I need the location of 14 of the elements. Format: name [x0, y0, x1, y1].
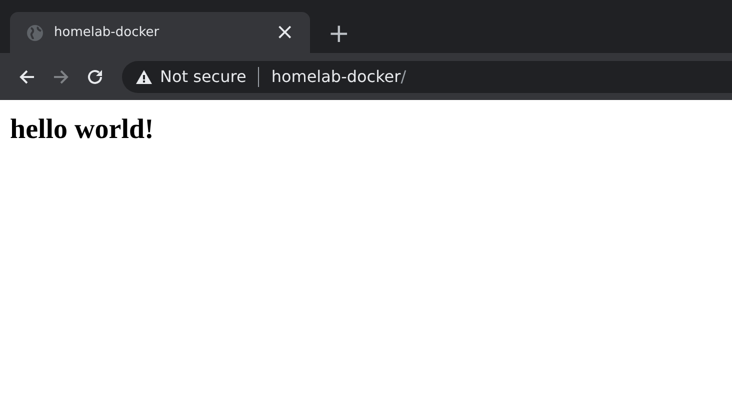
browser-tab[interactable]: homelab-docker ×: [10, 12, 310, 53]
warning-icon: [136, 70, 152, 84]
close-tab-button[interactable]: ×: [272, 22, 298, 44]
forward-arrow-icon: [52, 68, 70, 86]
url-path: /: [400, 67, 406, 86]
address-bar[interactable]: Not secure homelab-docker/: [122, 60, 732, 92]
page-heading: hello world!: [10, 114, 154, 146]
globe-icon: [26, 24, 44, 42]
tab-title: homelab-docker: [54, 25, 160, 40]
security-label: Not secure: [160, 67, 246, 86]
back-arrow-icon: [18, 68, 36, 86]
new-tab-button[interactable]: +: [324, 21, 354, 47]
url-host: homelab-docker: [271, 67, 401, 86]
reload-icon: [86, 68, 104, 86]
